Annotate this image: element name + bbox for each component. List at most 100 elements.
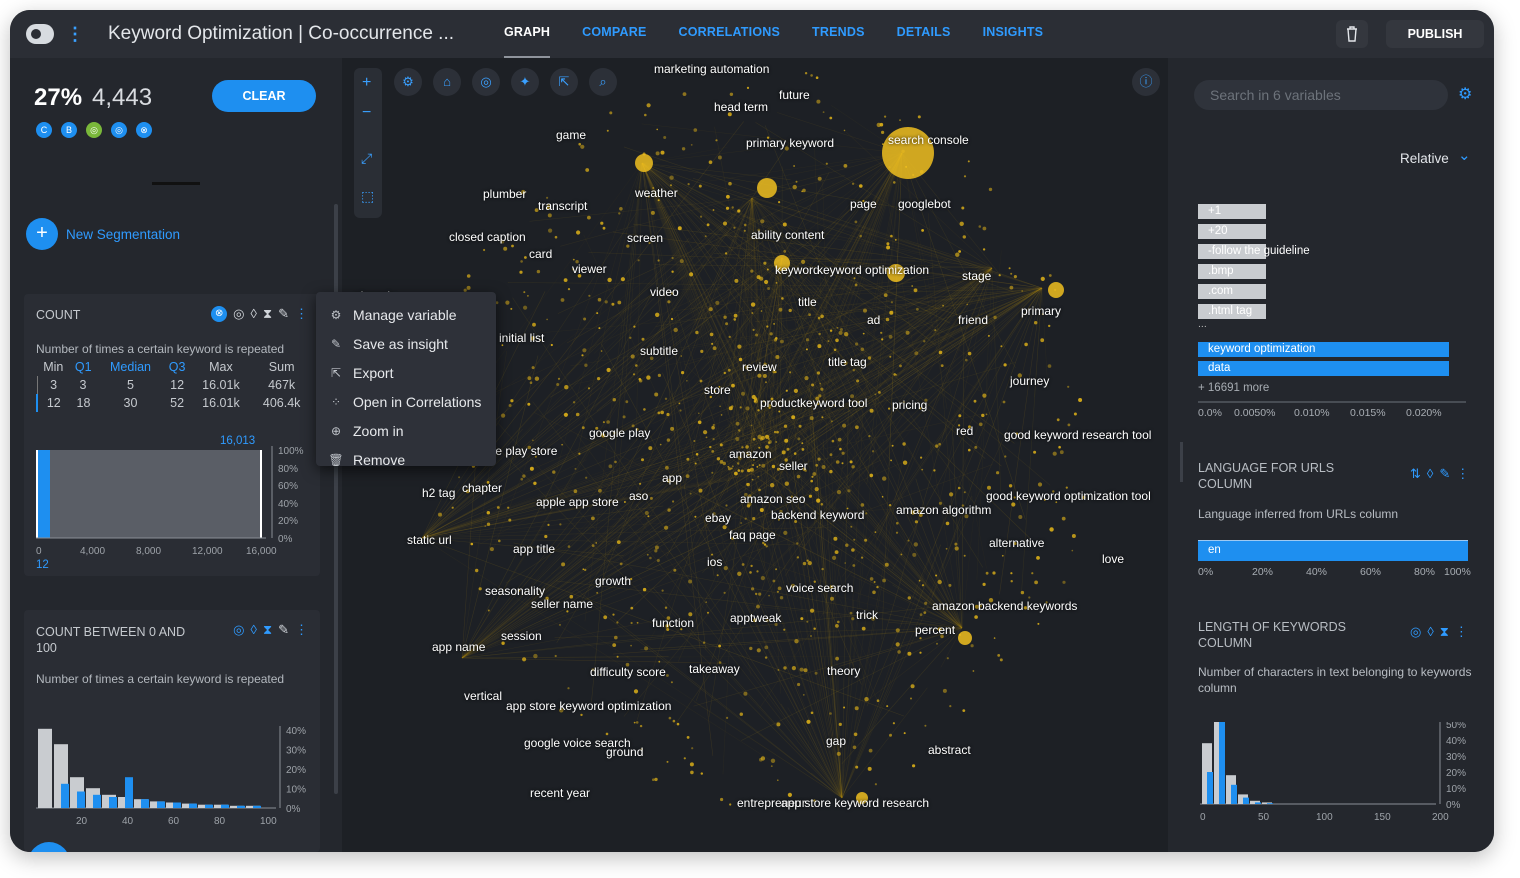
relative-dropdown[interactable]: Relative <box>1400 151 1449 166</box>
graph-node-label[interactable]: journey <box>1010 374 1049 388</box>
graph-node-label[interactable]: googlebot <box>898 197 951 211</box>
export-icon[interactable]: ⇱ <box>550 68 578 96</box>
zoom-out-icon[interactable]: − <box>362 104 371 122</box>
graph-hub[interactable] <box>958 631 972 645</box>
graph-node-label[interactable]: static url <box>407 533 452 547</box>
graph-node-label[interactable]: trick <box>856 608 878 622</box>
drop-icon[interactable]: ◊ <box>251 622 257 638</box>
graph-node-label[interactable]: good keyword research tool <box>1004 428 1151 442</box>
graph-node-label[interactable]: weather <box>635 186 678 200</box>
tab-details[interactable]: DETAILS <box>897 10 951 58</box>
graph-node-label[interactable]: amazon backend keywords <box>932 599 1077 613</box>
zoom-in-icon[interactable]: + <box>362 74 371 92</box>
graph-node-label[interactable]: subtitle <box>640 344 678 358</box>
graph-node-label[interactable]: plumber <box>483 187 526 201</box>
publish-button[interactable]: PUBLISH <box>1386 20 1484 48</box>
graph-node-label[interactable]: chapter <box>462 481 502 495</box>
settings-icon[interactable]: ⚙ <box>394 68 422 96</box>
menu-item-remove[interactable]: 🗑 Remove <box>316 445 496 474</box>
target-icon[interactable]: ◎ <box>233 306 244 322</box>
graph-node-label[interactable]: amazon <box>729 447 772 461</box>
graph-node-label[interactable]: h2 tag <box>422 486 455 500</box>
drop-icon[interactable]: ◊ <box>1427 466 1433 482</box>
graph-node-label[interactable]: search console <box>888 133 969 147</box>
length-histogram[interactable]: 50% 40% 30% 20% 10% 0% 0 50 100 150 200 <box>1196 722 1486 842</box>
graph-node-label[interactable]: ability content <box>751 228 824 242</box>
drop-icon[interactable]: ◊ <box>251 306 257 322</box>
graph-node-label[interactable]: viewer <box>572 262 607 276</box>
graph-node-label[interactable]: store <box>704 383 731 397</box>
chevron-down-icon[interactable]: ⌄ <box>1458 146 1471 164</box>
graph-node-label[interactable]: alternative <box>989 536 1044 550</box>
graph-node-label[interactable]: page <box>850 197 877 211</box>
clear-button[interactable]: CLEAR <box>212 80 316 112</box>
more-icon[interactable]: ⋮ <box>295 306 308 322</box>
filter-chip[interactable]: C <box>36 122 52 138</box>
graph-node-label[interactable]: faq page <box>729 528 776 542</box>
graph-node-label[interactable]: primary keyword <box>746 136 834 150</box>
graph-hub[interactable] <box>757 178 777 198</box>
drag-handle[interactable] <box>152 182 200 185</box>
graph-node-label[interactable]: difficulty score <box>590 665 666 679</box>
graph-node-label[interactable]: primary <box>1021 304 1061 318</box>
graph-node-label[interactable]: backend keyword <box>771 508 864 522</box>
value-row[interactable]: .bmp <box>1198 264 1452 279</box>
count-histogram[interactable]: 16,013 100% 80% 60% 40% 20% 0% 0 4,000 8… <box>32 432 316 572</box>
pin-icon[interactable]: ✎ <box>278 306 289 322</box>
graph-node-label[interactable]: stage <box>962 269 991 283</box>
graph-node-label[interactable]: title tag <box>828 355 867 369</box>
graph-node-label[interactable]: app title <box>513 542 555 556</box>
logo-icon[interactable] <box>26 24 54 44</box>
graph-node-label[interactable]: head term <box>714 100 768 114</box>
graph-node-label[interactable]: keyword optimization <box>817 263 929 277</box>
graph-node-label[interactable]: friend <box>958 313 988 327</box>
tab-graph[interactable]: GRAPH <box>504 10 551 59</box>
graph-node-label[interactable]: gap <box>826 734 846 748</box>
graph-node-label[interactable]: takeaway <box>689 662 740 676</box>
graph-node-label[interactable]: app store keyword optimization <box>506 699 671 713</box>
more-icon[interactable]: ⋮ <box>1455 624 1468 640</box>
graph-node-label[interactable]: red <box>956 424 973 438</box>
drop-icon[interactable]: ◊ <box>1427 624 1433 640</box>
graph-node-label[interactable]: initial list <box>499 331 544 345</box>
graph-node-label[interactable]: review <box>742 360 777 374</box>
graph-hub[interactable] <box>1048 282 1064 298</box>
graph-node-label[interactable]: future <box>779 88 810 102</box>
graph-node-label[interactable]: aso <box>629 489 648 503</box>
target-icon[interactable]: ◎ <box>472 68 500 96</box>
graph-node-label[interactable]: percent <box>915 623 955 637</box>
fit-screen-icon[interactable]: ⤢ <box>361 150 372 167</box>
gear-icon[interactable]: ⚙ <box>1458 84 1472 104</box>
graph-node-label[interactable]: function <box>652 616 694 630</box>
info-icon[interactable]: ⓘ <box>1132 68 1160 96</box>
graph-node-label[interactable]: ios <box>707 555 722 569</box>
menu-item-open-correlations[interactable]: ⁘ Open in Correlations <box>316 387 496 416</box>
filter-chip[interactable]: ◎ <box>111 122 127 138</box>
value-row[interactable]: +1 <box>1198 204 1452 219</box>
graph-node-label[interactable]: card <box>529 247 552 261</box>
graph-node-label[interactable]: google play <box>589 426 650 440</box>
menu-item-export[interactable]: ⇱ Export <box>316 358 496 387</box>
graph-node-label[interactable]: app store keyword research <box>781 796 929 810</box>
menu-item-manage-variable[interactable]: ⚙ Manage variable <box>316 300 496 329</box>
kebab-menu-icon[interactable]: ⋮ <box>66 24 84 45</box>
graph-node-label[interactable]: gle play store <box>486 444 557 458</box>
graph-node-label[interactable]: pricing <box>892 398 927 412</box>
value-row[interactable]: keyword optimization <box>1198 342 1452 357</box>
graph-node-label[interactable]: abstract <box>928 743 971 757</box>
delete-button[interactable] <box>1336 20 1368 48</box>
value-row[interactable]: .com <box>1198 284 1452 299</box>
target-icon[interactable]: ◎ <box>233 622 244 638</box>
graph-node-label[interactable]: ground <box>606 745 643 759</box>
tag-icon[interactable]: ⌂ <box>433 68 461 96</box>
more-icon[interactable]: ⋮ <box>1456 466 1469 482</box>
range-handle-right[interactable] <box>260 450 262 538</box>
value-row[interactable]: .html tag <box>1198 304 1452 319</box>
filter-icon[interactable]: ⊗ <box>211 306 228 322</box>
graph-node-label[interactable]: ad <box>867 313 880 327</box>
graph-node-label[interactable]: growth <box>595 574 631 588</box>
value-row[interactable]: +20 <box>1198 224 1452 239</box>
graph-node-label[interactable]: voice search <box>786 581 853 595</box>
graph-node-label[interactable]: seasonality <box>485 584 545 598</box>
funnel-icon[interactable]: ⧗ <box>263 622 272 638</box>
